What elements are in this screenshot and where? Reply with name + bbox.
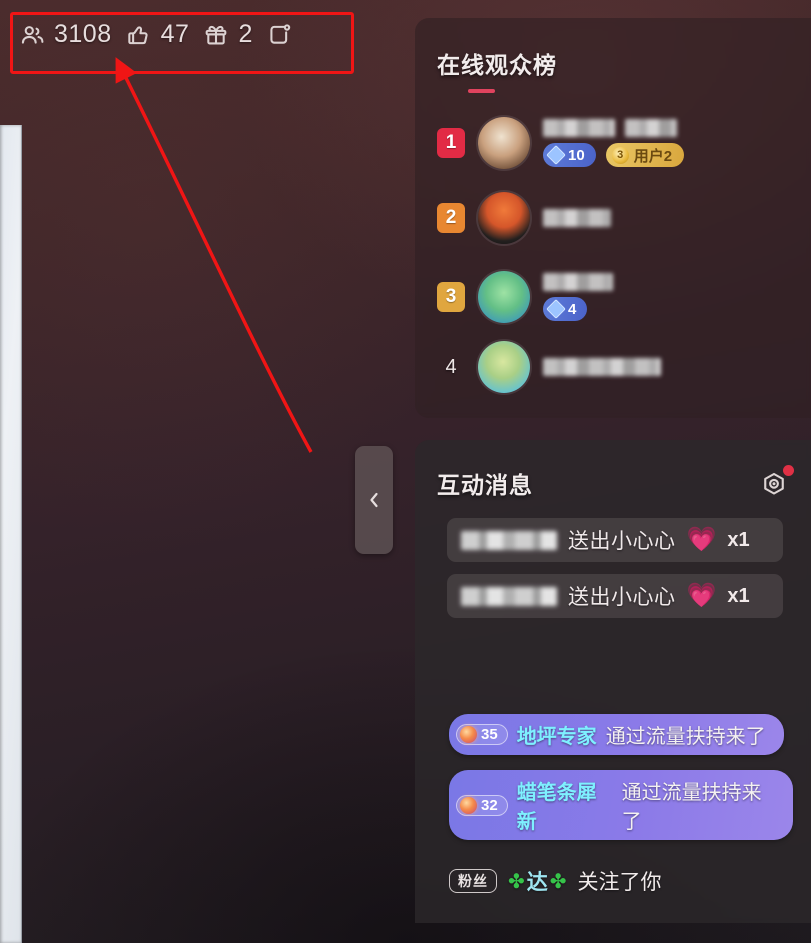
viewer-meta: 4 — [543, 273, 613, 321]
follow-message-item: 粉丝 ✤ 达 ✤ 关注了你 — [415, 840, 811, 896]
viewer-meta: 10 3 用户2 — [543, 119, 685, 167]
level-badge[interactable]: 10 — [543, 143, 596, 167]
level-badge-value: 4 — [568, 300, 577, 318]
gift-icon — [202, 21, 229, 48]
like-count-group[interactable]: 47 — [125, 20, 190, 49]
viewer-rank-row[interactable]: 4 — [415, 337, 811, 397]
user-level-value: 32 — [481, 796, 498, 814]
diamond-icon — [546, 145, 566, 165]
clover-icon: ✤ — [508, 870, 525, 893]
enter-room-action: 通过流量扶持来了 — [621, 782, 762, 833]
viewer-meta — [543, 209, 611, 227]
heart-gift-icon: 💗 — [686, 526, 717, 553]
live-stream-screen: 3108 47 2 在线观众榜 1 10 3 用户2 2 3 4 4 互动消息 … — [0, 0, 811, 943]
diamond-icon — [546, 299, 566, 319]
viewer-name-redacted — [543, 209, 611, 227]
gift-action-label: 送出小心心 — [568, 530, 676, 553]
viewer-name-redacted — [543, 119, 615, 137]
right-sidebar: 在线观众榜 1 10 3 用户2 2 3 4 4 互动消息 送出小心心 💗 x1… — [415, 18, 811, 923]
avatar[interactable] — [478, 192, 530, 244]
enter-room-username[interactable]: 地坪专家 — [517, 720, 597, 749]
viewer-name-redacted — [543, 273, 613, 291]
avatar[interactable] — [478, 341, 530, 393]
viewer-meta — [543, 358, 661, 376]
heart-gift-icon: 💗 — [686, 582, 717, 609]
follow-username-text: 达 — [526, 871, 548, 894]
gift-sender-redacted — [461, 530, 557, 550]
interaction-messages-title: 互动消息 — [437, 472, 533, 498]
title-underline — [468, 89, 495, 93]
follow-username[interactable]: ✤ 达 ✤ — [508, 866, 567, 896]
interaction-messages-header: 互动消息 — [415, 440, 811, 500]
online-viewers-panel: 在线观众榜 1 10 3 用户2 2 3 4 4 — [415, 18, 811, 418]
avatar[interactable] — [478, 117, 530, 169]
enter-room-message-item: 32 蜡笔条犀新 通过流量扶持来了 — [449, 770, 793, 840]
thumbs-up-icon — [125, 21, 152, 48]
viewers-icon — [18, 21, 45, 48]
fan-level-icon: 3 — [611, 146, 629, 164]
collapse-sidebar-button[interactable] — [355, 446, 393, 554]
viewer-rank-row[interactable]: 1 10 3 用户2 — [415, 107, 811, 179]
gift-message-item: 送出小心心 💗 x1 — [447, 518, 783, 562]
share-button[interactable] — [266, 21, 302, 48]
interaction-messages-panel: 互动消息 送出小心心 💗 x1 送出小心心 💗 x1 35 地坪专家 通过流量扶… — [415, 440, 811, 923]
gift-sender-redacted — [461, 586, 557, 606]
enter-room-username[interactable]: 蜡笔条犀新 — [517, 776, 613, 834]
messages-settings-button[interactable] — [759, 465, 794, 500]
viewer-badges: 4 — [543, 297, 613, 321]
level-badge-value: 10 — [568, 146, 585, 164]
gift-count-group[interactable]: 2 — [202, 20, 252, 49]
like-count-value: 47 — [160, 20, 190, 48]
gift-message-list: 送出小心心 💗 x1 送出小心心 💗 x1 — [415, 500, 811, 618]
share-icon — [266, 21, 293, 48]
enter-room-message-item: 35 地坪专家 通过流量扶持来了 — [449, 714, 784, 755]
follow-action-label: 关注了你 — [577, 871, 662, 894]
gift-count-value: 2 — [238, 20, 253, 48]
rank-badge: 2 — [437, 203, 465, 233]
live-stats-bar: 3108 47 2 — [18, 20, 302, 49]
level-orb-icon — [460, 726, 477, 743]
gift-action-label: 送出小心心 — [568, 586, 676, 609]
avatar[interactable] — [478, 271, 530, 323]
enter-room-action: 通过流量扶持来了 — [605, 726, 766, 748]
clover-icon: ✤ — [549, 870, 567, 893]
online-viewers-title: 在线观众榜 — [437, 52, 557, 78]
rank-badge: 4 — [445, 355, 457, 378]
fanclub-badge-value: 用户2 — [633, 147, 673, 165]
viewer-count-group[interactable]: 3108 — [18, 20, 112, 49]
gift-count-label: x1 — [727, 584, 750, 607]
gift-count-label: x1 — [727, 528, 750, 551]
viewer-badges: 10 3 用户2 — [543, 143, 685, 167]
gift-message-item: 送出小心心 💗 x1 — [447, 574, 783, 618]
fan-tag: 粉丝 — [449, 869, 497, 893]
viewer-rank-row[interactable]: 2 — [415, 179, 811, 257]
level-badge[interactable]: 4 — [543, 297, 588, 321]
chevron-left-icon — [365, 488, 383, 512]
user-level-value: 35 — [481, 726, 498, 743]
viewer-badge-redacted — [625, 119, 677, 137]
notification-dot — [783, 465, 794, 476]
user-level-badge: 35 — [456, 724, 508, 745]
rank-badge: 3 — [437, 282, 465, 312]
viewer-rank-row[interactable]: 3 4 — [415, 257, 811, 337]
viewer-count-value: 3108 — [54, 20, 112, 48]
user-level-badge: 32 — [456, 794, 508, 816]
viewer-name-redacted — [543, 358, 661, 376]
enter-room-message-list: 35 地坪专家 通过流量扶持来了 32 蜡笔条犀新 通过流量扶持来了 — [415, 618, 811, 840]
fanclub-badge[interactable]: 3 用户2 — [605, 143, 685, 167]
level-orb-icon — [460, 796, 477, 814]
rank-badge: 1 — [437, 128, 465, 158]
page-edge-strip — [0, 125, 22, 943]
